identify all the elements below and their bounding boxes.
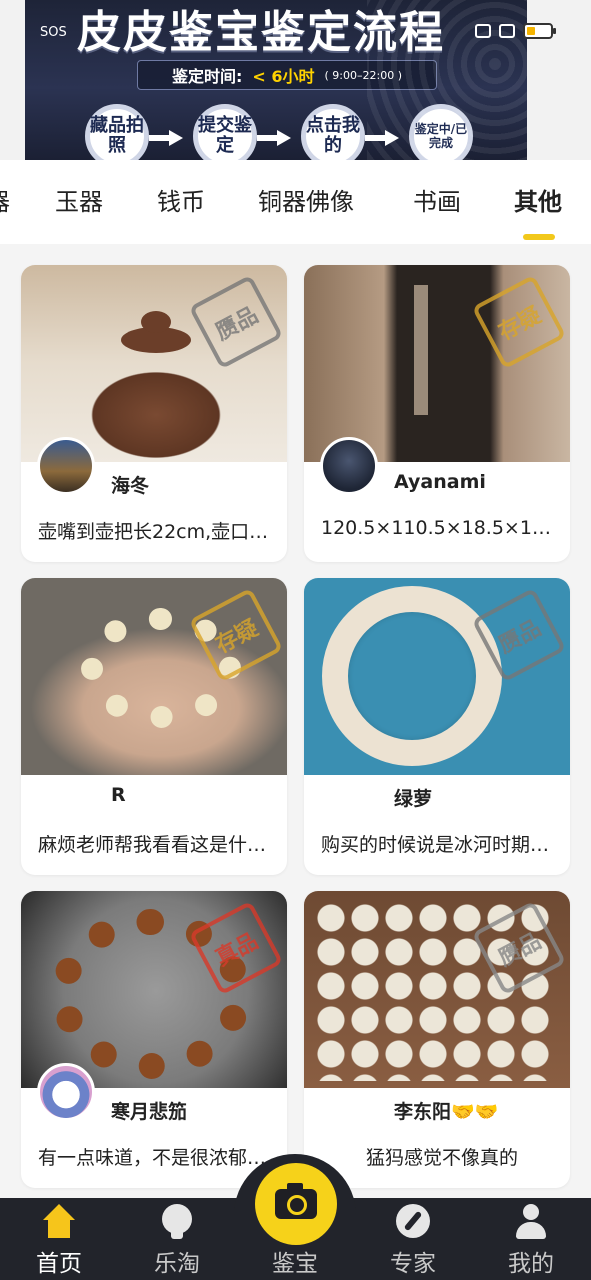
step-4: 鉴定中/已完成 [409,104,473,160]
nav-experts[interactable]: 专家 [368,1204,458,1277]
tab-painting[interactable]: 书画 [413,182,461,217]
user-name: 海冬 [111,475,150,497]
stamp-fake: 赝品 [188,274,284,370]
nav-mine[interactable]: 我的 [486,1204,576,1277]
step-2: 提交鉴定 [193,104,257,160]
status-bar: SOS [0,20,591,46]
appraisal-card[interactable]: 存疑 R 麻烦老师帮我看看这是什… [21,578,287,875]
nav-letao[interactable]: 乐淘 [132,1204,222,1277]
item-description: 壶嘴到壶把长22cm,壶口… [38,521,269,543]
tab-other[interactable]: 其他 [514,182,562,217]
avatar [37,1063,95,1121]
banner-time-box: 鉴定时间: < 6小时 ( 9:00–22:00 ) [137,60,437,90]
banner-time-label: 鉴定时间: [171,67,243,86]
tab-partial[interactable]: 器 [0,182,10,217]
battery-icon [523,23,556,39]
nav-label: 乐淘 [154,1251,200,1277]
appraisal-card[interactable]: 赝品 海冬 壶嘴到壶把长22cm,壶口… [21,265,287,562]
item-description: 购买的时候说是冰河时期… [321,834,550,856]
compass-icon [396,1204,430,1238]
appraisal-card[interactable]: 存疑 Ayanami 120.5×110.5×18.5×12.5c… [304,265,570,562]
avatar [37,437,95,495]
item-description: 有一点味道，不是很浓郁… [38,1147,267,1169]
step-3: 点击我的 [301,104,365,160]
lightbulb-icon [162,1204,192,1239]
tab-coins[interactable]: 钱币 [157,182,205,217]
nav-label: 专家 [390,1251,436,1277]
user-name: 李东阳🤝🤝 [394,1101,499,1123]
stamp-doubtful: 存疑 [471,274,567,370]
nav-appraise[interactable]: 鉴宝 [250,1204,340,1277]
user-name: 寒月悲笳 [111,1101,188,1123]
appraisal-feed: 赝品 海冬 壶嘴到壶把长22cm,壶口… 存疑 Ayanami 120.5×11… [0,244,591,1204]
banner-time-hours: ( 9:00–22:00 ) [324,68,402,82]
item-description: 猛犸感觉不像真的 [366,1147,519,1169]
step-arrow-icon [149,130,183,146]
user-name: R [111,784,126,806]
nav-home[interactable]: 首页 [14,1204,104,1277]
appraisal-card[interactable]: 赝品 绿萝 购买的时候说是冰河时期… [304,578,570,875]
home-icon [41,1204,77,1240]
process-steps: 藏品拍照 提交鉴定 点击我的 鉴定中/已完成 [65,104,473,160]
tab-bronze-buddha[interactable]: 铜器佛像 [258,182,354,217]
tab-jade[interactable]: 玉器 [55,182,103,217]
item-photo: 赝品 [21,265,287,462]
appraisal-card[interactable]: 真品 寒月悲笳 有一点味道，不是很浓郁… [21,891,287,1188]
active-tab-indicator [523,234,555,240]
user-icon [513,1204,549,1240]
step-1: 藏品拍照 [85,104,149,160]
step-arrow-icon [257,130,291,146]
appraisal-card[interactable]: 赝品 李东阳🤝🤝 猛犸感觉不像真的 [304,891,570,1188]
item-photo: 真品 [21,891,287,1088]
item-description: 120.5×110.5×18.5×12.5c… [321,517,557,539]
avatar [320,437,378,495]
user-name: Ayanami [394,471,486,493]
nav-label: 鉴宝 [272,1251,318,1277]
wifi-icon [499,24,515,38]
status-sos-text: SOS [40,25,67,40]
nav-label: 我的 [508,1251,554,1277]
item-description: 麻烦老师帮我看看这是什… [38,834,267,856]
user-name: 绿萝 [394,788,433,810]
signal-icon [475,24,491,38]
step-arrow-icon [365,130,399,146]
item-photo: 赝品 [304,891,570,1088]
nav-label: 首页 [36,1251,82,1277]
app-page: 皮皮鉴宝鉴定流程 鉴定时间: < 6小时 ( 9:00–22:00 ) 藏品拍照… [0,0,591,1280]
item-photo: 存疑 [304,265,570,462]
item-photo: 赝品 [304,578,570,775]
item-photo: 存疑 [21,578,287,775]
category-tabs: 器 玉器 钱币 铜器佛像 书画 其他 [0,160,591,244]
banner-time-value: < 6小时 [252,67,315,86]
status-icons [475,23,556,39]
